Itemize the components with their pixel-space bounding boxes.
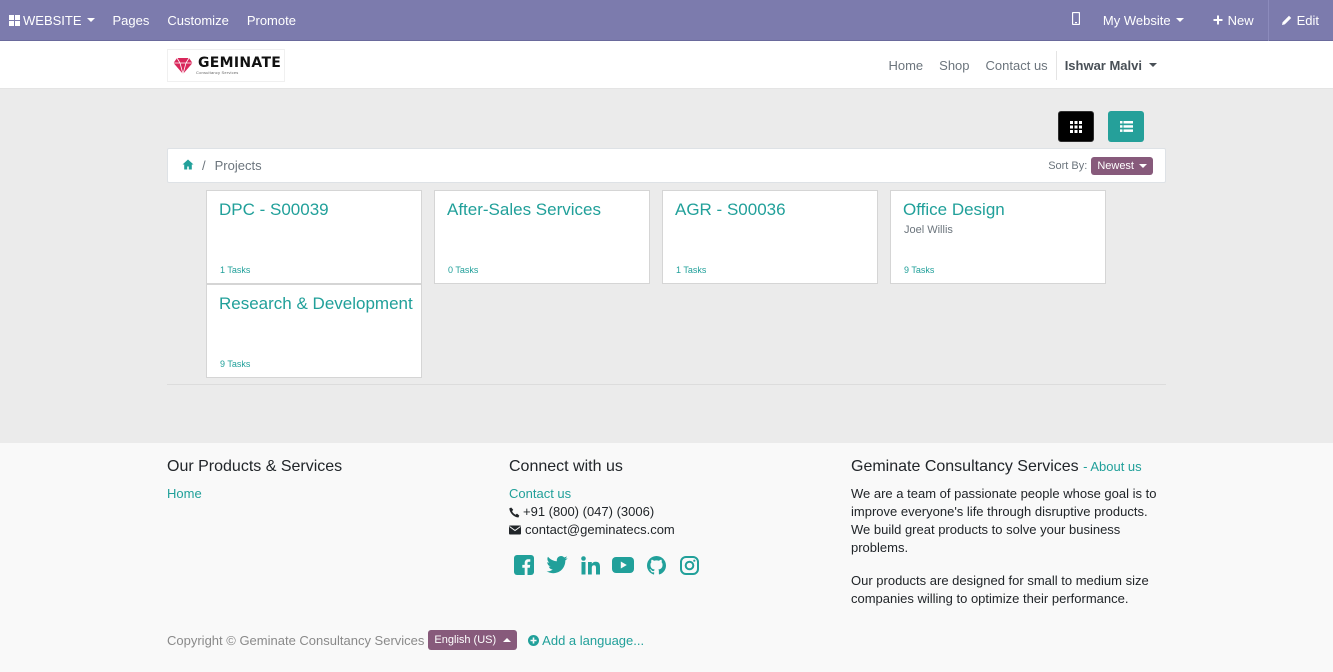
breadcrumb-current: Projects [214, 158, 262, 173]
envelope-icon [509, 525, 521, 535]
promote-menu[interactable]: Promote [238, 0, 305, 41]
about-paragraph-2: Our products are designed for small to m… [851, 573, 1149, 606]
copyright-bar: Copyright © Geminate Consultancy Service… [167, 630, 644, 650]
website-menu[interactable]: WEBSITE [0, 0, 104, 41]
project-tasks[interactable]: 0 Tasks [448, 265, 478, 275]
footer-connect-title: Connect with us [509, 458, 623, 475]
project-title[interactable]: AGR - S00036 [675, 200, 786, 220]
nav-contact-us[interactable]: Contact us [978, 58, 1056, 73]
footer-contact-link[interactable]: Contact us [509, 485, 819, 503]
promote-label: Promote [246, 12, 296, 28]
twitter-icon[interactable] [546, 554, 568, 576]
grid-icon [1070, 120, 1082, 133]
website-menu-label: WEBSITE [23, 12, 82, 28]
email-address: contact@geminatecs.com [525, 522, 675, 537]
project-tasks[interactable]: 9 Tasks [904, 265, 934, 275]
plus-icon [1213, 15, 1223, 25]
top-navigation: Home Shop Contact us Ishwar Malvi [880, 41, 1165, 89]
project-card[interactable]: Office Design Joel Willis 9 Tasks [890, 190, 1106, 284]
company-name: Geminate Consultancy Services [851, 458, 1079, 475]
chevron-down-icon [86, 18, 95, 22]
facebook-icon[interactable] [513, 554, 535, 576]
main-content: / Projects Sort By: Newest DPC - S00039 … [0, 89, 1333, 443]
footer-home-link[interactable]: Home [167, 485, 477, 503]
chevron-down-icon [1175, 18, 1184, 22]
customize-menu[interactable]: Customize [158, 0, 237, 41]
edit-button[interactable]: Edit [1267, 0, 1333, 41]
sort-by-dropdown[interactable]: Newest [1091, 157, 1153, 175]
breadcrumb: / Projects Sort By: Newest [167, 148, 1166, 183]
site-footer: Our Products & Services Home Connect wit… [0, 443, 1333, 672]
user-menu[interactable]: Ishwar Malvi [1055, 50, 1165, 80]
sort-by-label: Sort By: [1048, 160, 1088, 172]
chevron-down-icon [1149, 63, 1157, 67]
new-label: New [1227, 12, 1254, 28]
add-language-link[interactable]: Add a language... [528, 633, 644, 648]
footer-products: Our Products & Services Home [167, 458, 477, 503]
youtube-icon[interactable] [612, 554, 634, 576]
grid-view-button[interactable] [1058, 111, 1094, 142]
project-title[interactable]: Research & Development [219, 294, 413, 314]
project-card[interactable]: DPC - S00039 1 Tasks [206, 190, 422, 284]
pencil-icon [1281, 15, 1292, 26]
new-button[interactable]: New [1204, 0, 1268, 41]
website-admin-bar: WEBSITE Pages Customize Promote My Websi… [0, 0, 1333, 41]
project-manager: Joel Willis [904, 224, 953, 236]
language-value: English (US) [434, 634, 497, 646]
logo-text: GEMINATE [198, 54, 282, 71]
project-tasks[interactable]: 9 Tasks [220, 359, 250, 369]
list-icon [1119, 121, 1133, 132]
footer-products-title: Our Products & Services [167, 458, 343, 475]
project-title[interactable]: Office Design [903, 200, 1005, 220]
plus-circle-icon [528, 634, 540, 646]
phone-number: +91 (800) (047) (3006) [523, 504, 655, 519]
edit-label: Edit [1296, 12, 1319, 28]
breadcrumb-separator: / [202, 158, 206, 173]
footer-about: Geminate Consultancy Services - About us… [851, 458, 1166, 608]
sort-by-value: Newest [1097, 160, 1134, 172]
linkedin-icon[interactable] [579, 554, 601, 576]
language-selector[interactable]: English (US) [428, 630, 518, 650]
mobile-icon [1071, 11, 1081, 28]
footer-company-title: Geminate Consultancy Services - About us [851, 458, 1166, 476]
project-tasks[interactable]: 1 Tasks [220, 265, 250, 275]
footer-connect: Connect with us Contact us +91 (800) (04… [509, 458, 819, 576]
about-us-link[interactable]: - About us [1083, 459, 1142, 474]
mobile-preview-button[interactable] [1058, 0, 1094, 41]
nav-home[interactable]: Home [880, 58, 931, 73]
footer-email: contact@geminatecs.com [509, 521, 819, 539]
footer-phone: +91 (800) (047) (3006) [509, 503, 819, 521]
github-icon[interactable] [645, 554, 667, 576]
nav-shop[interactable]: Shop [931, 58, 977, 73]
company-logo[interactable]: GEMINATE Consultancy Services [167, 49, 285, 82]
phone-icon [509, 507, 520, 517]
project-tasks[interactable]: 1 Tasks [676, 265, 706, 275]
project-title[interactable]: After-Sales Services [447, 200, 601, 220]
my-website-label: My Website [1102, 12, 1171, 28]
sort-by: Sort By: Newest [1048, 157, 1153, 175]
site-header: GEMINATE Consultancy Services Home Shop … [0, 41, 1333, 89]
chevron-down-icon [1139, 164, 1147, 168]
project-card[interactable]: Research & Development 9 Tasks [206, 284, 422, 378]
chevron-up-icon [503, 638, 512, 642]
copyright-text: Copyright © Geminate Consultancy Service… [167, 632, 425, 648]
diamond-logo-icon [173, 57, 193, 75]
about-paragraph-1: We are a team of passionate people whose… [851, 486, 1157, 555]
pages-menu[interactable]: Pages [104, 0, 159, 41]
project-card[interactable]: AGR - S00036 1 Tasks [662, 190, 878, 284]
project-card[interactable]: After-Sales Services 0 Tasks [434, 190, 650, 284]
add-language-label: Add a language... [542, 632, 645, 648]
home-icon[interactable] [182, 158, 194, 173]
my-website-dropdown[interactable]: My Website [1094, 0, 1204, 41]
pages-label: Pages [112, 12, 150, 28]
instagram-icon[interactable] [678, 554, 700, 576]
grid-icon [9, 14, 20, 26]
list-view-button[interactable] [1108, 111, 1144, 142]
divider [167, 384, 1166, 385]
project-title[interactable]: DPC - S00039 [219, 200, 329, 220]
social-links [513, 554, 819, 576]
customize-label: Customize [167, 12, 229, 28]
user-name: Ishwar Malvi [1064, 57, 1142, 73]
